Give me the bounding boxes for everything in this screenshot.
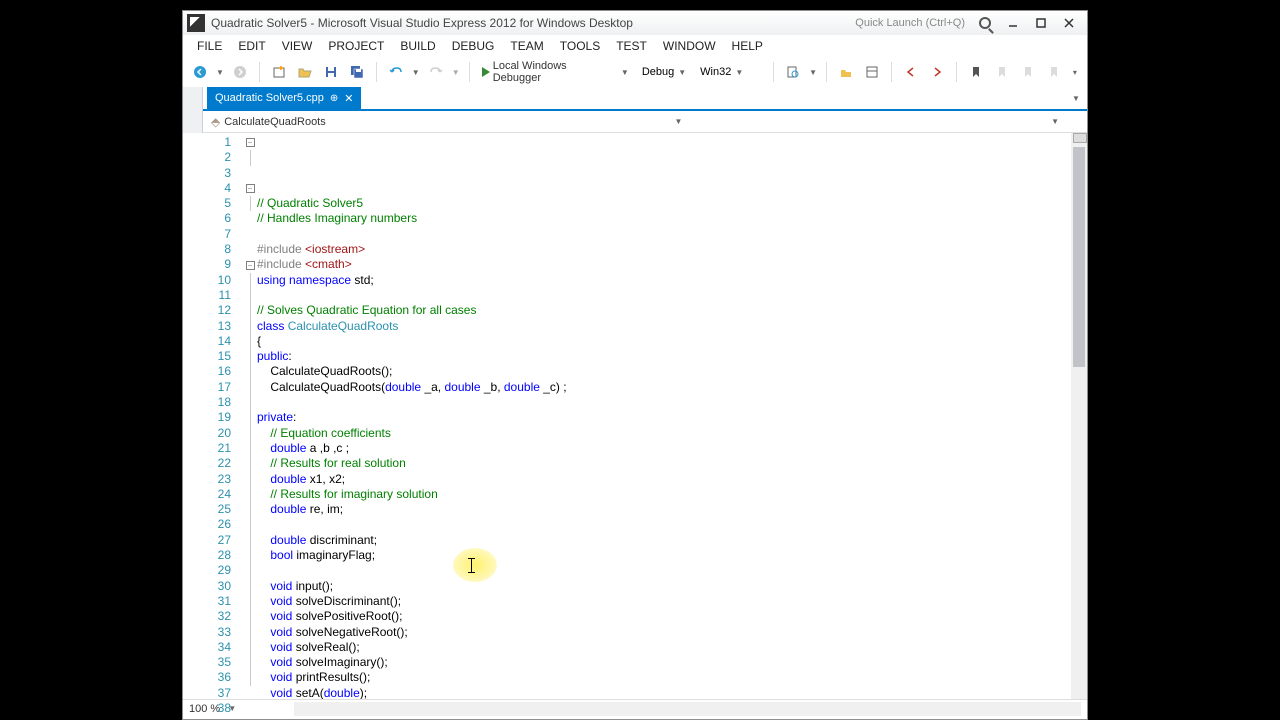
pin-icon[interactable]: ⊕ bbox=[330, 93, 338, 104]
tab-well: Toolbox Quadratic Solver5.cpp ⊕ ✕ ▼ bbox=[183, 87, 1087, 111]
next-bookmark-icon[interactable] bbox=[1017, 61, 1039, 83]
properties-icon[interactable] bbox=[861, 61, 883, 83]
search-icon[interactable] bbox=[971, 14, 999, 32]
fold-column[interactable]: −−− bbox=[243, 133, 257, 699]
editor-area: 1234567891011121314151617181920212223242… bbox=[183, 133, 1087, 699]
code-editor[interactable]: // Quadratic Solver5// Handles Imaginary… bbox=[257, 133, 1071, 699]
toolbar: ▼ ▼ ▼ Local Windows Debugger ▼ Debug▼ Wi… bbox=[183, 57, 1087, 87]
editor-statusbar: 100 % ▼ bbox=[183, 699, 1087, 717]
start-debugging-button[interactable]: Local Windows Debugger ▼ bbox=[478, 58, 633, 86]
scope-symbol: CalculateQuadRoots bbox=[224, 116, 326, 128]
redo-icon[interactable] bbox=[425, 61, 447, 83]
menu-test[interactable]: TEST bbox=[608, 37, 655, 55]
solution-explorer-icon[interactable] bbox=[835, 61, 857, 83]
menu-project[interactable]: PROJECT bbox=[320, 37, 392, 55]
maximize-button[interactable] bbox=[1027, 14, 1055, 32]
class-icon: ⬘ bbox=[211, 115, 220, 129]
undo-icon[interactable] bbox=[385, 61, 407, 83]
new-project-icon[interactable] bbox=[268, 61, 290, 83]
quick-launch[interactable]: Quick Launch (Ctrl+Q) bbox=[855, 17, 965, 29]
scroll-thumb[interactable] bbox=[1073, 147, 1085, 367]
undo-dropdown-icon[interactable]: ▼ bbox=[411, 61, 421, 83]
scope-bar[interactable]: ⬘ CalculateQuadRoots ▼ ▼ bbox=[183, 111, 1087, 133]
menubar: FILEEDITVIEWPROJECTBUILDDEBUGTEAMTOOLSTE… bbox=[183, 35, 1087, 57]
titlebar: Quadratic Solver5 - Microsoft Visual Stu… bbox=[183, 11, 1087, 35]
find-in-files-icon[interactable] bbox=[782, 61, 804, 83]
menu-edit[interactable]: EDIT bbox=[230, 37, 273, 55]
play-icon bbox=[482, 67, 490, 77]
menu-help[interactable]: HELP bbox=[724, 37, 771, 55]
file-tab-label: Quadratic Solver5.cpp bbox=[215, 92, 324, 104]
debug-target-label: Local Windows Debugger bbox=[493, 60, 618, 84]
clear-bookmarks-icon[interactable] bbox=[1043, 61, 1065, 83]
save-all-icon[interactable] bbox=[346, 61, 368, 83]
menu-debug[interactable]: DEBUG bbox=[444, 37, 503, 55]
nav-back-icon[interactable] bbox=[189, 61, 211, 83]
minimize-button[interactable] bbox=[999, 14, 1027, 32]
bookmark-icon[interactable] bbox=[965, 61, 987, 83]
menu-file[interactable]: FILE bbox=[189, 37, 230, 55]
app-window: Quadratic Solver5 - Microsoft Visual Stu… bbox=[182, 10, 1088, 720]
save-icon[interactable] bbox=[320, 61, 342, 83]
horizontal-scrollbar[interactable] bbox=[294, 702, 1081, 716]
tab-close-icon[interactable]: ✕ bbox=[344, 92, 353, 105]
menu-window[interactable]: WINDOW bbox=[655, 37, 724, 55]
config-combo[interactable]: Debug▼ bbox=[637, 64, 691, 80]
menu-view[interactable]: VIEW bbox=[274, 37, 321, 55]
nav-forward-icon[interactable] bbox=[229, 61, 251, 83]
window-title: Quadratic Solver5 - Microsoft Visual Stu… bbox=[211, 16, 855, 30]
platform-combo[interactable]: Win32▼ bbox=[695, 64, 765, 80]
step-back-icon[interactable] bbox=[900, 61, 922, 83]
redo-dropdown-icon[interactable]: ▼ bbox=[451, 61, 461, 83]
prev-bookmark-icon[interactable] bbox=[991, 61, 1013, 83]
toolbar-overflow-icon[interactable]: ▾ bbox=[1069, 61, 1081, 83]
menu-team[interactable]: TEAM bbox=[502, 37, 551, 55]
file-tab[interactable]: Quadratic Solver5.cpp ⊕ ✕ bbox=[207, 87, 361, 109]
line-number-gutter: 1234567891011121314151617181920212223242… bbox=[183, 133, 243, 699]
vs-logo-icon bbox=[187, 14, 205, 32]
splitter-handle[interactable] bbox=[1073, 133, 1087, 143]
vertical-scrollbar[interactable] bbox=[1071, 133, 1087, 699]
tab-overflow-icon[interactable]: ▼ bbox=[1065, 87, 1087, 109]
menu-build[interactable]: BUILD bbox=[392, 37, 443, 55]
find-dropdown-icon[interactable]: ▼ bbox=[808, 61, 818, 83]
close-button[interactable] bbox=[1055, 14, 1083, 32]
nav-back-dropdown-icon[interactable]: ▼ bbox=[215, 61, 225, 83]
step-forward-icon[interactable] bbox=[926, 61, 948, 83]
menu-tools[interactable]: TOOLS bbox=[552, 37, 608, 55]
open-file-icon[interactable] bbox=[294, 61, 316, 83]
